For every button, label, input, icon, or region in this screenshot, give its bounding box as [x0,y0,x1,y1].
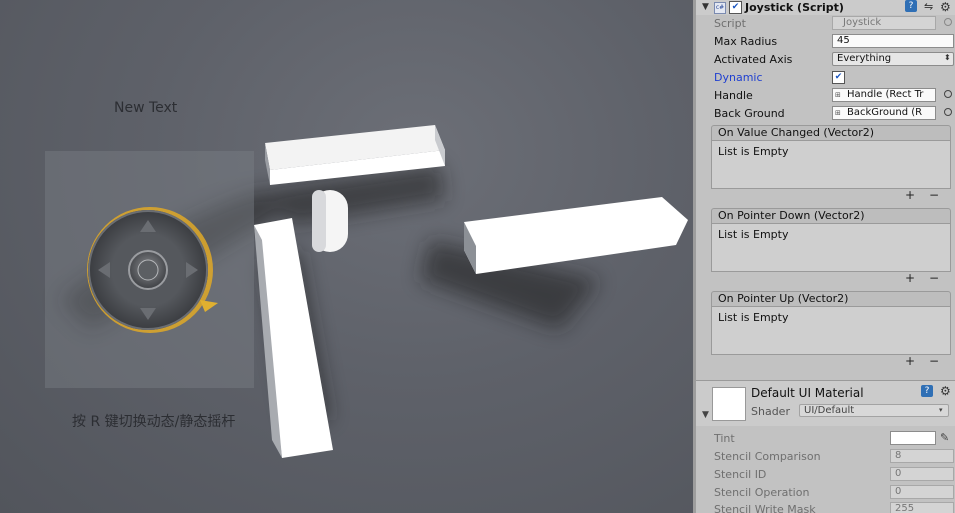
event-footer: + − [711,272,951,286]
preset-icon[interactable]: ⇋ [924,0,933,13]
foldout-arrow-icon[interactable]: ▼ [702,2,709,12]
object-picker-icon[interactable] [944,90,952,98]
tint-color-field[interactable] [890,431,936,445]
new-text-label: New Text [114,100,178,116]
max-radius-row: Max Radius 45 [714,34,955,50]
stencil-operation-row: Stencil Operation 0 [714,485,955,501]
object-picker-icon[interactable] [944,108,952,116]
scene-graphics [45,125,688,458]
event-list-body: List is Empty [711,224,951,272]
dynamic-checkbox[interactable]: ✔ [832,71,845,84]
add-event-button[interactable]: + [905,355,915,367]
inspector-panel: ▼ c# ✔ Joystick (Script) ? ⇋ ⚙ Script Jo… [693,0,955,513]
object-picker-icon[interactable] [944,18,952,26]
event-list-body: List is Empty [711,307,951,355]
event-footer: + − [711,355,951,369]
event-footer: + − [711,189,951,203]
script-icon: c# [714,2,726,14]
background-label: Back Ground [714,107,785,120]
gear-icon[interactable]: ⚙ [940,384,951,398]
add-event-button[interactable]: + [905,189,915,201]
help-icon[interactable]: ? [905,0,917,12]
activated-axis-row: Activated Axis Everything ⬍ [714,52,955,68]
dynamic-row: Dynamic ✔ [714,70,955,86]
stencil-comparison-label: Stencil Comparison [714,450,821,463]
cube-left[interactable] [254,218,333,458]
on-value-changed-event: On Value Changed (Vector2) List is Empty… [711,125,951,203]
foldout-arrow-icon[interactable]: ▼ [702,410,709,420]
eyedropper-icon[interactable]: ✎ [940,431,949,444]
gear-icon[interactable]: ⚙ [940,0,951,14]
event-title: On Value Changed (Vector2) [711,125,951,141]
material-preview [712,387,746,421]
stencil-write-mask-label: Stencil Write Mask [714,503,816,513]
cube-right[interactable] [464,197,688,274]
enabled-checkbox[interactable]: ✔ [729,1,742,14]
dropdown-arrows-icon: ⬍ [944,53,951,62]
stencil-id-label: Stencil ID [714,468,767,481]
script-label: Script [714,17,746,30]
stencil-operation-field[interactable]: 0 [890,485,954,499]
activated-axis-dropdown[interactable]: Everything [832,52,954,66]
component-title: Joystick (Script) [745,1,844,14]
script-row: Script Joystick [714,16,955,32]
activated-axis-label: Activated Axis [714,53,793,66]
material-header: Default UI Material Shader UI/Default ▾ … [696,380,955,426]
stencil-comparison-field[interactable]: 8 [890,449,954,463]
tint-label: Tint [714,432,735,445]
stencil-operation-label: Stencil Operation [714,486,810,499]
event-list-body: List is Empty [711,141,951,189]
dropdown-arrow-icon: ▾ [939,406,943,414]
capsule[interactable] [312,190,348,252]
on-pointer-down-event: On Pointer Down (Vector2) List is Empty … [711,208,951,286]
stencil-write-mask-row: Stencil Write Mask 255 [714,502,955,513]
event-title: On Pointer Up (Vector2) [711,291,951,307]
shader-dropdown[interactable]: UI/Default [799,404,949,417]
shader-label: Shader [751,405,790,418]
script-field[interactable]: Joystick [832,16,936,30]
material-name: Default UI Material [751,386,864,400]
handle-label: Handle [714,89,753,102]
stencil-id-field[interactable]: 0 [890,467,954,481]
stencil-write-mask-field[interactable]: 255 [890,502,954,513]
scene-view[interactable]: New Text 按 R 键切换动态/静态摇杆 [0,0,693,513]
remove-event-button[interactable]: − [929,355,939,367]
dynamic-label: Dynamic [714,71,763,84]
joystick-handle[interactable] [128,250,168,290]
rect-transform-icon: ⊞ [835,91,841,99]
remove-event-button[interactable]: − [929,189,939,201]
background-row: Back Ground BackGround (R ⊞ [714,106,955,122]
rect-transform-icon: ⊞ [835,109,841,117]
handle-row: Handle Handle (Rect Tr ⊞ [714,88,955,104]
component-header: ▼ c# ✔ Joystick (Script) ? ⇋ ⚙ [696,0,955,15]
max-radius-field[interactable]: 45 [832,34,954,48]
switch-hint-label: 按 R 键切换动态/静态摇杆 [72,414,236,430]
remove-event-button[interactable]: − [929,272,939,284]
handle-field[interactable]: Handle (Rect Tr [832,88,936,102]
help-icon[interactable]: ? [921,385,933,397]
background-field[interactable]: BackGround (R [832,106,936,120]
max-radius-label: Max Radius [714,35,778,48]
event-title: On Pointer Down (Vector2) [711,208,951,224]
on-pointer-up-event: On Pointer Up (Vector2) List is Empty + … [711,291,951,369]
stencil-id-row: Stencil ID 0 [714,467,955,483]
stencil-comparison-row: Stencil Comparison 8 [714,449,955,465]
add-event-button[interactable]: + [905,272,915,284]
tint-row: Tint ✎ [714,431,955,447]
